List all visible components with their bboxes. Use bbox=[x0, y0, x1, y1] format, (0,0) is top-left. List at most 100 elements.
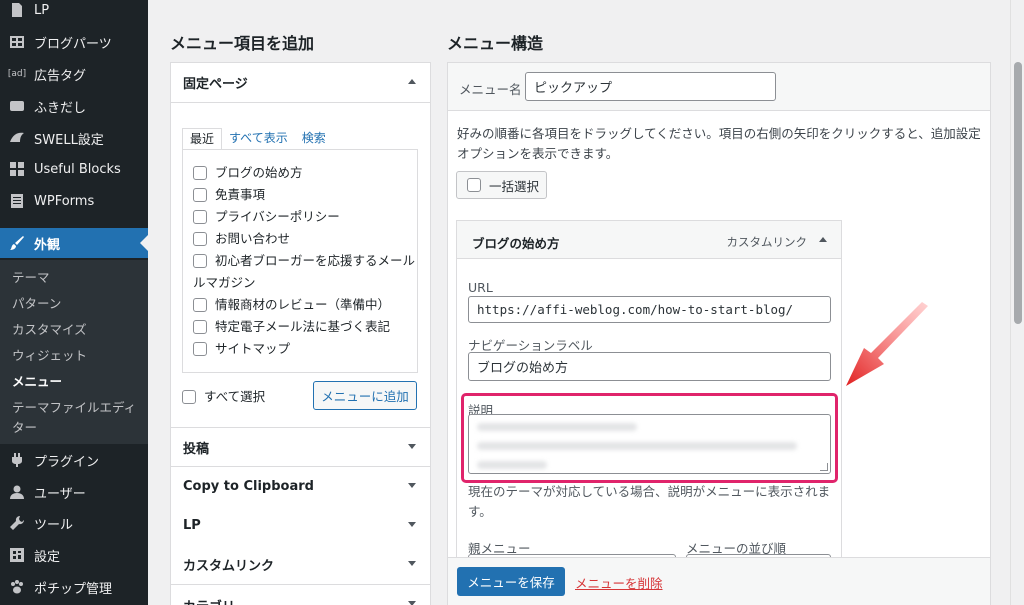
checkbox[interactable] bbox=[193, 320, 207, 334]
url-input[interactable]: https://affi-weblog.com/how-to-start-blo… bbox=[468, 296, 831, 323]
checkbox[interactable] bbox=[193, 298, 207, 312]
sidebar-item-tools[interactable]: ツール bbox=[0, 508, 148, 538]
sidebar-item-label: ユーザー bbox=[34, 486, 86, 502]
checkbox[interactable] bbox=[193, 232, 207, 246]
menu-name-input[interactable]: ピックアップ bbox=[525, 72, 776, 101]
tab-view-all[interactable]: すべて表示 bbox=[222, 128, 295, 150]
accordion-title: 固定ページ bbox=[183, 77, 248, 92]
sidebar-item-users[interactable]: ユーザー bbox=[0, 477, 148, 507]
sidebar-item-settings[interactable]: 設定 bbox=[0, 540, 148, 570]
sidebar-item-blog-parts[interactable]: ブログパーツ bbox=[0, 27, 148, 57]
list-item[interactable]: サイトマップ bbox=[193, 338, 290, 360]
sidebar-item-label: LP bbox=[34, 2, 50, 18]
description-help-text: 現在のテーマが対応している場合、説明がメニューに表示されます。 bbox=[468, 484, 831, 519]
submenu-item-menus[interactable]: メニュー bbox=[12, 372, 140, 392]
submenu-item-customize[interactable]: カスタマイズ bbox=[12, 320, 140, 340]
sidebar-item-label: WPForms bbox=[34, 193, 95, 209]
sidebar-item-label: 外観 bbox=[34, 237, 61, 253]
sidebar-item-pochipp[interactable]: ポチップ管理 bbox=[0, 572, 148, 602]
sidebar-item-ad-tags[interactable]: [ad] 広告タグ bbox=[0, 59, 148, 89]
accordion-posts[interactable]: 投稿 bbox=[171, 427, 430, 467]
user-icon bbox=[8, 483, 26, 501]
page-scrollbar[interactable] bbox=[1010, 0, 1024, 605]
sidebar-item-swell-settings[interactable]: SWELL設定 bbox=[0, 123, 148, 153]
accordion-title: 投稿 bbox=[183, 441, 210, 457]
accordion-title: カスタムリンク bbox=[183, 559, 275, 574]
submenu-item-widgets[interactable]: ウィジェット bbox=[12, 346, 140, 366]
accordion-copy-to-clipboard[interactable]: Copy to Clipboard bbox=[171, 467, 430, 507]
sidebar-item-wpforms[interactable]: WPForms bbox=[0, 186, 148, 216]
list-item-label: 情報商材のレビュー（準備中） bbox=[215, 297, 391, 312]
scrollbar-thumb[interactable] bbox=[1014, 62, 1022, 324]
list-item-label-wrap: ルマガジン bbox=[193, 275, 256, 290]
sidebar-item-label: ふきだし bbox=[34, 100, 87, 116]
list-item[interactable]: 情報商材のレビュー（準備中） bbox=[193, 294, 390, 316]
checkbox[interactable] bbox=[193, 210, 207, 224]
checkbox[interactable] bbox=[193, 342, 207, 356]
add-to-menu-button[interactable]: メニューに追加 bbox=[313, 381, 417, 410]
highlight-box bbox=[461, 393, 838, 483]
list-item[interactable]: プライバシーポリシー bbox=[193, 206, 340, 228]
brush-icon bbox=[8, 234, 26, 252]
ad-icon: [ad] bbox=[7, 69, 27, 79]
submenu-item-themes[interactable]: テーマ bbox=[12, 268, 140, 288]
list-item-label: 初心者ブローガーを応援するメール bbox=[215, 253, 416, 268]
checkbox[interactable] bbox=[193, 166, 207, 180]
list-item[interactable]: ブログの始め方 bbox=[193, 162, 303, 184]
list-item[interactable]: お問い合わせ bbox=[193, 228, 290, 250]
page-icon bbox=[8, 1, 26, 19]
item-toggle-arrow-icon[interactable] bbox=[819, 237, 827, 242]
appearance-submenu: テーマ パターン カスタマイズ ウィジェット メニュー テーマファイルエディター bbox=[0, 260, 148, 444]
delete-menu-link[interactable]: メニューを削除 bbox=[575, 573, 663, 592]
sidebar-item-label: ブログパーツ bbox=[34, 36, 112, 52]
list-item[interactable]: 特定電子メール法に基づく表記 bbox=[193, 316, 390, 338]
sidebar-item-appearance[interactable]: 外観 bbox=[0, 228, 148, 258]
accordion-fixed-pages[interactable]: 固定ページ bbox=[171, 63, 430, 103]
grid-icon bbox=[8, 33, 26, 51]
annotation-arrow-icon bbox=[846, 302, 928, 386]
sidebar-item-label: Useful Blocks bbox=[34, 161, 121, 177]
sidebar-item-lp[interactable]: LP bbox=[0, 0, 148, 25]
tab-recent[interactable]: 最近 bbox=[182, 128, 223, 150]
blocks-icon bbox=[8, 160, 26, 178]
expand-arrow-icon bbox=[408, 561, 416, 566]
list-item[interactable]: 初心者ブローガーを応援するメール bbox=[193, 250, 415, 272]
list-item-label: サイトマップ bbox=[215, 341, 291, 356]
tab-search[interactable]: 検索 bbox=[295, 128, 333, 150]
accordion-lp[interactable]: LP bbox=[171, 506, 430, 546]
checkbox[interactable] bbox=[182, 390, 196, 404]
settings-icon bbox=[8, 546, 26, 564]
collapse-arrow-icon bbox=[408, 79, 416, 84]
checkbox[interactable] bbox=[467, 178, 481, 192]
menu-name-label: メニュー名 bbox=[459, 82, 522, 97]
expand-arrow-icon bbox=[408, 522, 416, 527]
checkbox[interactable] bbox=[193, 188, 207, 202]
list-item-label: お問い合わせ bbox=[215, 231, 291, 246]
bulk-select-button[interactable]: 一括選択 bbox=[456, 171, 547, 199]
accordion-custom-link[interactable]: カスタムリンク bbox=[171, 545, 430, 585]
sidebar-item-speech-bubble[interactable]: ふきだし bbox=[0, 91, 148, 121]
accordion-title: Copy to Clipboard bbox=[183, 479, 314, 494]
url-label: URL bbox=[468, 280, 493, 295]
list-item[interactable]: 免責事項 bbox=[193, 184, 265, 206]
sidebar-item-plugins[interactable]: プラグイン bbox=[0, 445, 148, 475]
fixed-pages-tabs: 最近 すべて表示 検索 bbox=[182, 128, 333, 150]
add-menu-items-heading: メニュー項目を追加 bbox=[170, 34, 315, 53]
menu-item-title: ブログの始め方 bbox=[472, 236, 560, 251]
sidebar-item-label: プラグイン bbox=[34, 454, 100, 470]
checkbox[interactable] bbox=[193, 254, 207, 268]
navigation-label-input[interactable]: ブログの始め方 bbox=[468, 352, 831, 381]
sidebar-item-label: 設定 bbox=[34, 549, 61, 565]
wrench-icon bbox=[8, 514, 26, 532]
save-menu-button[interactable]: メニューを保存 bbox=[457, 567, 565, 596]
list-item-label: 特定電子メール法に基づく表記 bbox=[215, 319, 391, 334]
accordion-categories[interactable]: カテゴリー bbox=[171, 585, 430, 605]
select-all-checkbox[interactable]: すべて選択 bbox=[182, 386, 265, 408]
list-item-label: 免責事項 bbox=[215, 187, 266, 202]
sidebar-item-useful-blocks[interactable]: Useful Blocks bbox=[0, 154, 148, 184]
active-indicator bbox=[140, 235, 148, 251]
submenu-item-theme-file-editor[interactable]: テーマファイルエディター bbox=[12, 398, 140, 438]
submenu-item-patterns[interactable]: パターン bbox=[12, 294, 140, 314]
expand-arrow-icon bbox=[408, 483, 416, 488]
speech-bubble-icon bbox=[8, 97, 26, 115]
